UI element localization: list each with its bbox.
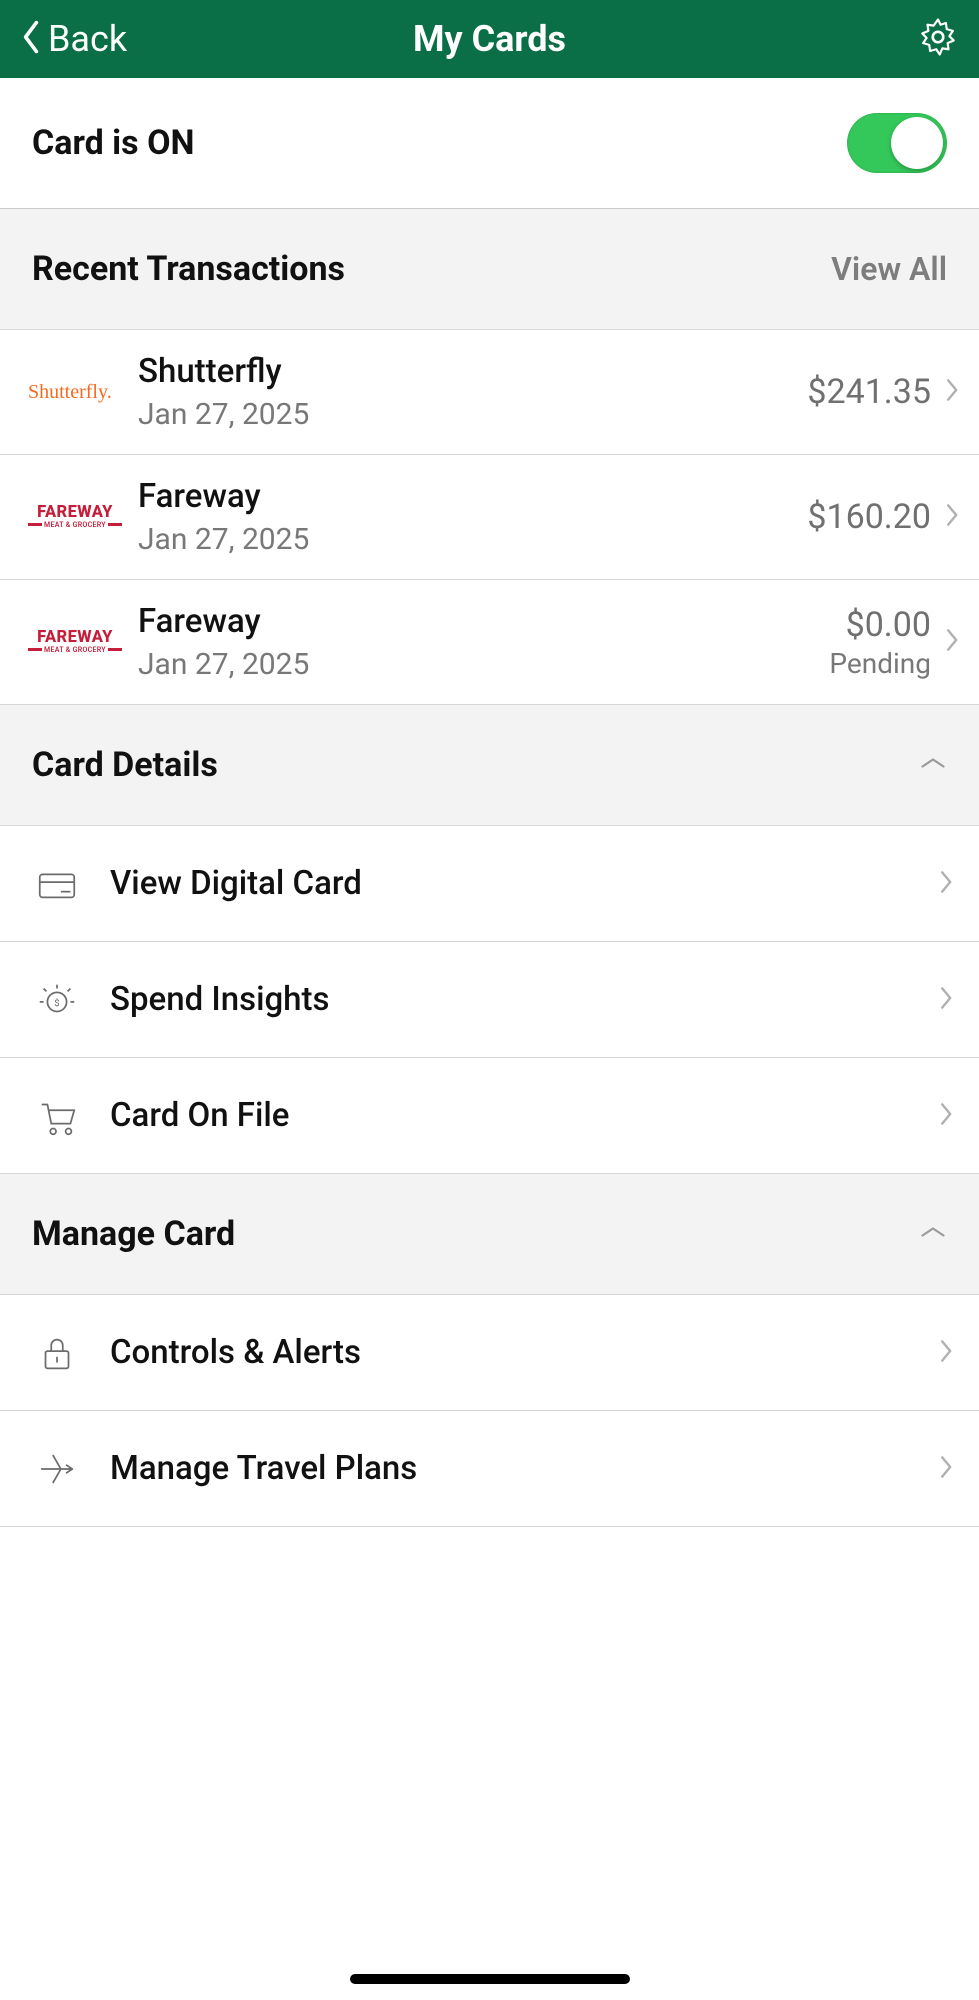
menu-label: View Digital Card	[110, 864, 939, 903]
transaction-main: Fareway Jan 27, 2025	[138, 602, 829, 682]
fareway-logo-sub: MEAT & GROCERY	[44, 646, 106, 654]
home-indicator-area	[0, 1527, 979, 2000]
transaction-right: $0.00 Pending	[829, 605, 961, 680]
home-indicator[interactable]	[350, 1974, 630, 1984]
shutterfly-logo-text: Shutterfly.	[28, 381, 112, 404]
transaction-amount: $241.35	[807, 372, 931, 412]
lightbulb-icon: $	[34, 977, 110, 1023]
transaction-row[interactable]: FAREWAY MEAT & GROCERY Fareway Jan 27, 2…	[0, 455, 979, 580]
chevron-right-icon	[939, 1337, 955, 1369]
menu-label: Spend Insights	[110, 980, 939, 1019]
chevron-right-icon	[945, 626, 961, 658]
view-digital-card-row[interactable]: View Digital Card	[0, 826, 979, 942]
chevron-right-icon	[939, 1100, 955, 1132]
card-icon	[34, 861, 110, 907]
spend-insights-row[interactable]: $ Spend Insights	[0, 942, 979, 1058]
transaction-row[interactable]: FAREWAY MEAT & GROCERY Fareway Jan 27, 2…	[0, 580, 979, 705]
chevron-right-icon	[945, 501, 961, 533]
fareway-logo-sub: MEAT & GROCERY	[44, 521, 106, 529]
merchant-logo-fareway: FAREWAY MEAT & GROCERY	[28, 505, 138, 529]
plane-icon	[34, 1446, 110, 1492]
transaction-date: Jan 27, 2025	[138, 522, 807, 557]
svg-text:$: $	[54, 997, 59, 1008]
menu-label: Controls & Alerts	[110, 1333, 939, 1372]
card-details-title: Card Details	[32, 745, 218, 785]
transaction-status: Pending	[829, 647, 931, 680]
app-header: Back My Cards	[0, 0, 979, 78]
card-status-label: Card is ON	[32, 123, 195, 163]
transaction-amount: $160.20	[807, 497, 931, 537]
fareway-logo-text: FAREWAY	[37, 503, 113, 522]
transaction-date: Jan 27, 2025	[138, 647, 829, 682]
recent-transactions-header: Recent Transactions View All	[0, 209, 979, 330]
controls-alerts-row[interactable]: Controls & Alerts	[0, 1295, 979, 1411]
manage-card-title: Manage Card	[32, 1214, 235, 1254]
transaction-row[interactable]: Shutterfly. Shutterfly Jan 27, 2025 $241…	[0, 330, 979, 455]
transaction-merchant: Fareway	[138, 602, 829, 641]
cart-icon	[34, 1093, 110, 1139]
page-title: My Cards	[413, 18, 566, 60]
recent-transactions-title: Recent Transactions	[32, 249, 345, 289]
back-button[interactable]: Back	[20, 18, 127, 60]
gear-icon	[917, 43, 959, 62]
card-on-file-row[interactable]: Card On File	[0, 1058, 979, 1174]
card-on-toggle[interactable]	[847, 113, 947, 173]
lock-icon	[34, 1330, 110, 1376]
transaction-merchant: Fareway	[138, 477, 807, 516]
transaction-right: $241.35	[807, 372, 961, 412]
merchant-logo-fareway: FAREWAY MEAT & GROCERY	[28, 630, 138, 654]
chevron-right-icon	[945, 376, 961, 408]
back-label: Back	[48, 18, 127, 60]
card-details-header[interactable]: Card Details	[0, 705, 979, 826]
transaction-main: Fareway Jan 27, 2025	[138, 477, 807, 557]
manage-card-header[interactable]: Manage Card	[0, 1174, 979, 1295]
card-status-row: Card is ON	[0, 78, 979, 209]
chevron-right-icon	[939, 868, 955, 900]
chevron-left-icon	[20, 19, 42, 59]
transaction-right: $160.20	[807, 497, 961, 537]
chevron-right-icon	[939, 984, 955, 1016]
merchant-logo-shutterfly: Shutterfly.	[28, 381, 138, 404]
transaction-amount: $0.00	[829, 605, 931, 645]
chevron-up-icon	[919, 753, 947, 777]
settings-button[interactable]	[917, 16, 959, 62]
chevron-right-icon	[939, 1453, 955, 1485]
transaction-merchant: Shutterfly	[138, 352, 807, 391]
manage-travel-plans-row[interactable]: Manage Travel Plans	[0, 1411, 979, 1527]
menu-label: Manage Travel Plans	[110, 1449, 939, 1488]
transaction-main: Shutterfly Jan 27, 2025	[138, 352, 807, 432]
toggle-knob	[891, 117, 943, 169]
view-all-link[interactable]: View All	[831, 250, 947, 288]
fareway-logo-text: FAREWAY	[37, 628, 113, 647]
chevron-up-icon	[919, 1222, 947, 1246]
transaction-date: Jan 27, 2025	[138, 397, 807, 432]
menu-label: Card On File	[110, 1096, 939, 1135]
